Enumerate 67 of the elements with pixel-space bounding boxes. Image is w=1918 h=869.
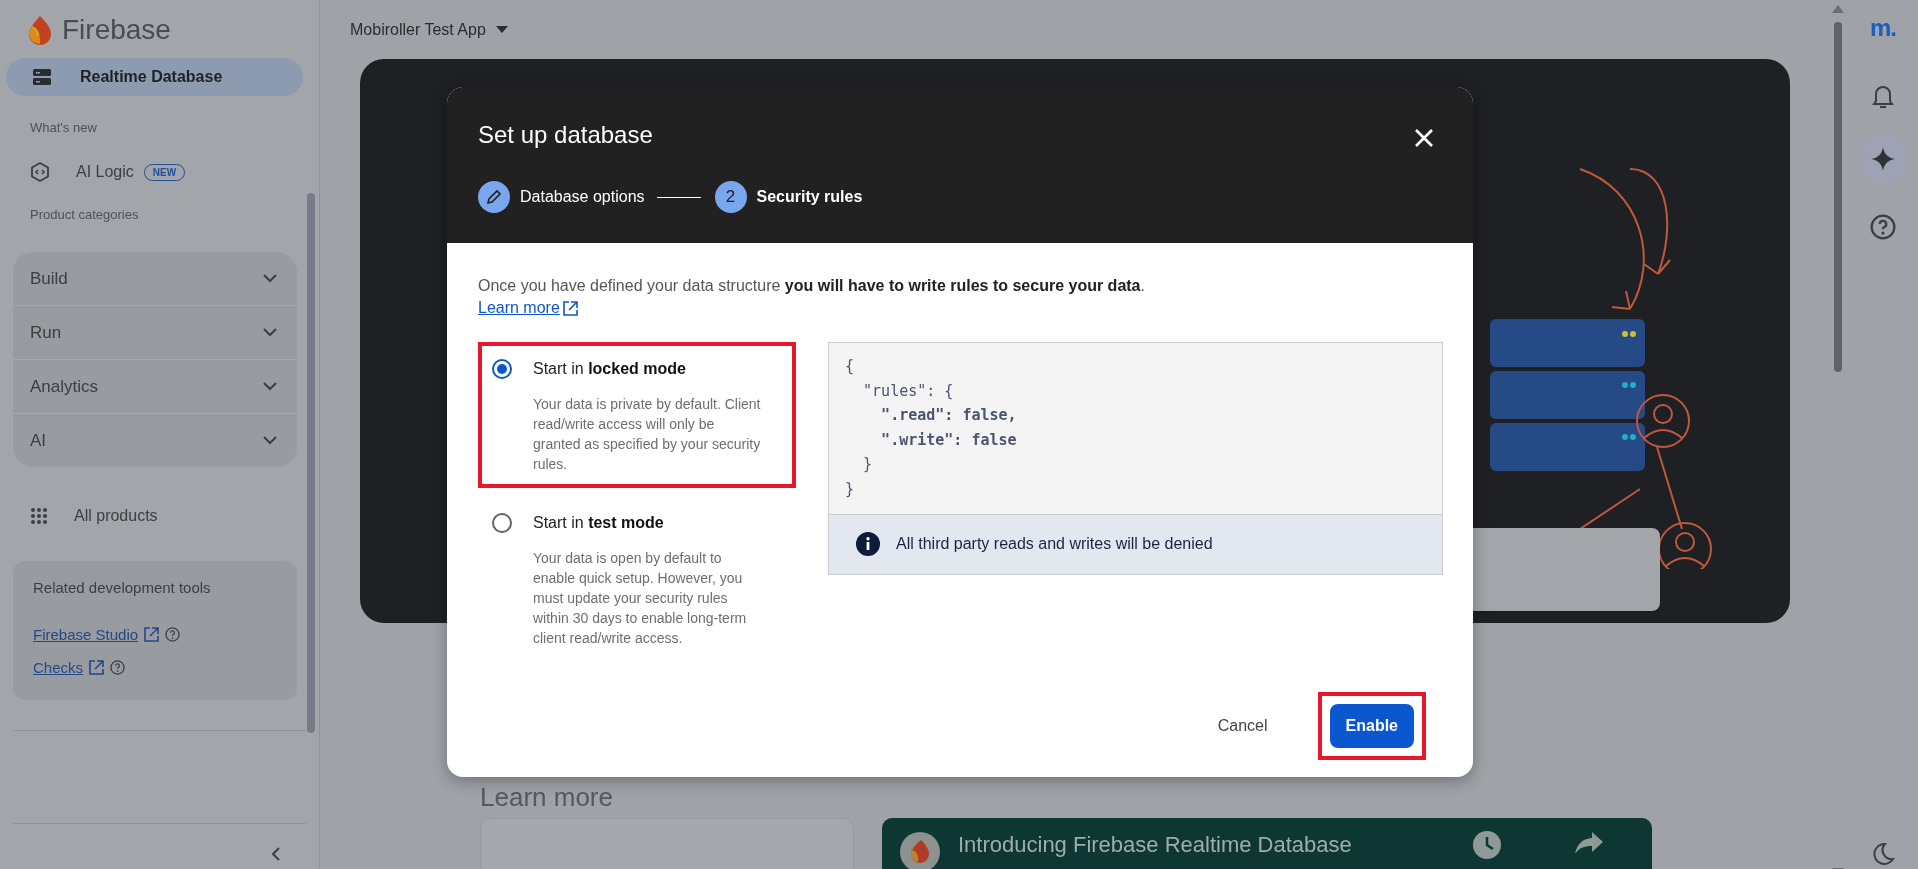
tool-link[interactable]: Checks: [33, 659, 84, 676]
chevron-icon: [263, 274, 277, 283]
cancel-button[interactable]: Cancel: [1201, 704, 1284, 748]
code-line: "rules": {: [862, 380, 955, 402]
pencil-icon: [486, 189, 502, 205]
chevron-icon: [263, 436, 277, 445]
radio-option[interactable]: Start in locked mode Your data is private by default. Client read/write access will only be granted as specified by your security rules.: [482, 346, 792, 484]
grid-icon: [30, 507, 48, 525]
option-description: Your data is open by default to enable quick setup. However, you must update your security rules within 30 days to enable long-term client read/write access.: [533, 549, 748, 648]
flame-logo-icon: [900, 832, 940, 869]
external-link-icon: [144, 627, 160, 642]
enable-button[interactable]: Enable: [1329, 704, 1414, 748]
section-heading: What's new: [29, 119, 98, 135]
notice-text: All third party reads and writes will be denied: [896, 535, 1213, 554]
help-icon[interactable]: [110, 660, 126, 675]
intro-text: Once you have defined your data structure you will have to write rules to secure your data.: [478, 276, 1146, 296]
sparkle-icon: [1871, 147, 1895, 171]
scrollbar-thumb[interactable]: [307, 193, 315, 733]
share-icon[interactable]: [1574, 830, 1604, 856]
moon-icon[interactable]: [1871, 842, 1895, 866]
database-icon: [32, 67, 52, 87]
code-line: }: [862, 454, 874, 476]
section-heading: Product categories: [29, 206, 140, 222]
scrollbar-thumb[interactable]: [1834, 22, 1842, 372]
code-line: }: [845, 478, 856, 500]
project-name[interactable]: Mobiroller Test App: [350, 20, 486, 39]
radio-button[interactable]: [492, 513, 512, 533]
category-item[interactable]: AI: [13, 413, 297, 467]
bell-icon[interactable]: [1872, 84, 1894, 110]
stepper-step[interactable]: Database options: [478, 181, 645, 213]
stepper-step[interactable]: 2 Security rules: [714, 181, 863, 213]
category-item[interactable]: Run: [13, 305, 297, 359]
code-line: ".read": false,: [880, 405, 1018, 427]
learn-more-link[interactable]: Learn more: [478, 297, 578, 319]
collapse-icon[interactable]: [270, 846, 282, 862]
close-icon: [1415, 129, 1433, 147]
code-line: ".write": false: [880, 429, 1018, 451]
radio-button[interactable]: [492, 359, 512, 379]
external-link-icon: [562, 300, 578, 316]
sidebar-link[interactable]: AI Logic: [76, 163, 134, 181]
dialog-title: Set up database: [478, 120, 653, 150]
info-icon: [856, 532, 880, 557]
sidebar-item[interactable]: Realtime Database: [6, 58, 303, 96]
card-title: Related development tools: [33, 579, 212, 596]
sidebar-link[interactable]: All products: [74, 507, 158, 525]
flame-logo-icon: [28, 15, 52, 45]
video-title: Introducing Firebase Realtime Database: [958, 832, 1352, 858]
option-title: Start in test mode: [533, 513, 665, 533]
category-item[interactable]: Analytics: [13, 359, 297, 413]
section-heading: Learn more: [480, 784, 614, 810]
radio-option[interactable]: Start in test mode Your data is open by default to enable quick setup. However, you must update your security rules within 30 days to enable long-term client read/write access.: [482, 500, 792, 658]
help-icon[interactable]: [165, 627, 181, 642]
option-title: Start in locked mode: [533, 359, 687, 379]
brand-name: Firebase: [62, 14, 171, 46]
category-item[interactable]: Build: [13, 252, 297, 305]
sparkle-button[interactable]: [1858, 134, 1908, 184]
help-icon[interactable]: [1870, 214, 1896, 240]
video-card[interactable]: Introducing Firebase Realtime Database: [882, 818, 1652, 869]
external-link-icon: [89, 660, 105, 675]
chevron-icon: [263, 382, 277, 391]
chevron-icon: [263, 328, 277, 337]
dropdown-caret-icon[interactable]: [495, 26, 508, 33]
tool-link[interactable]: Firebase Studio: [33, 626, 139, 643]
option-description: Your data is private by default. Client read/write access will only be granted as specified by your security rules.: [533, 395, 762, 474]
clock-icon[interactable]: [1472, 830, 1502, 860]
step-number: 2: [714, 181, 747, 213]
code-line: {: [845, 356, 856, 377]
